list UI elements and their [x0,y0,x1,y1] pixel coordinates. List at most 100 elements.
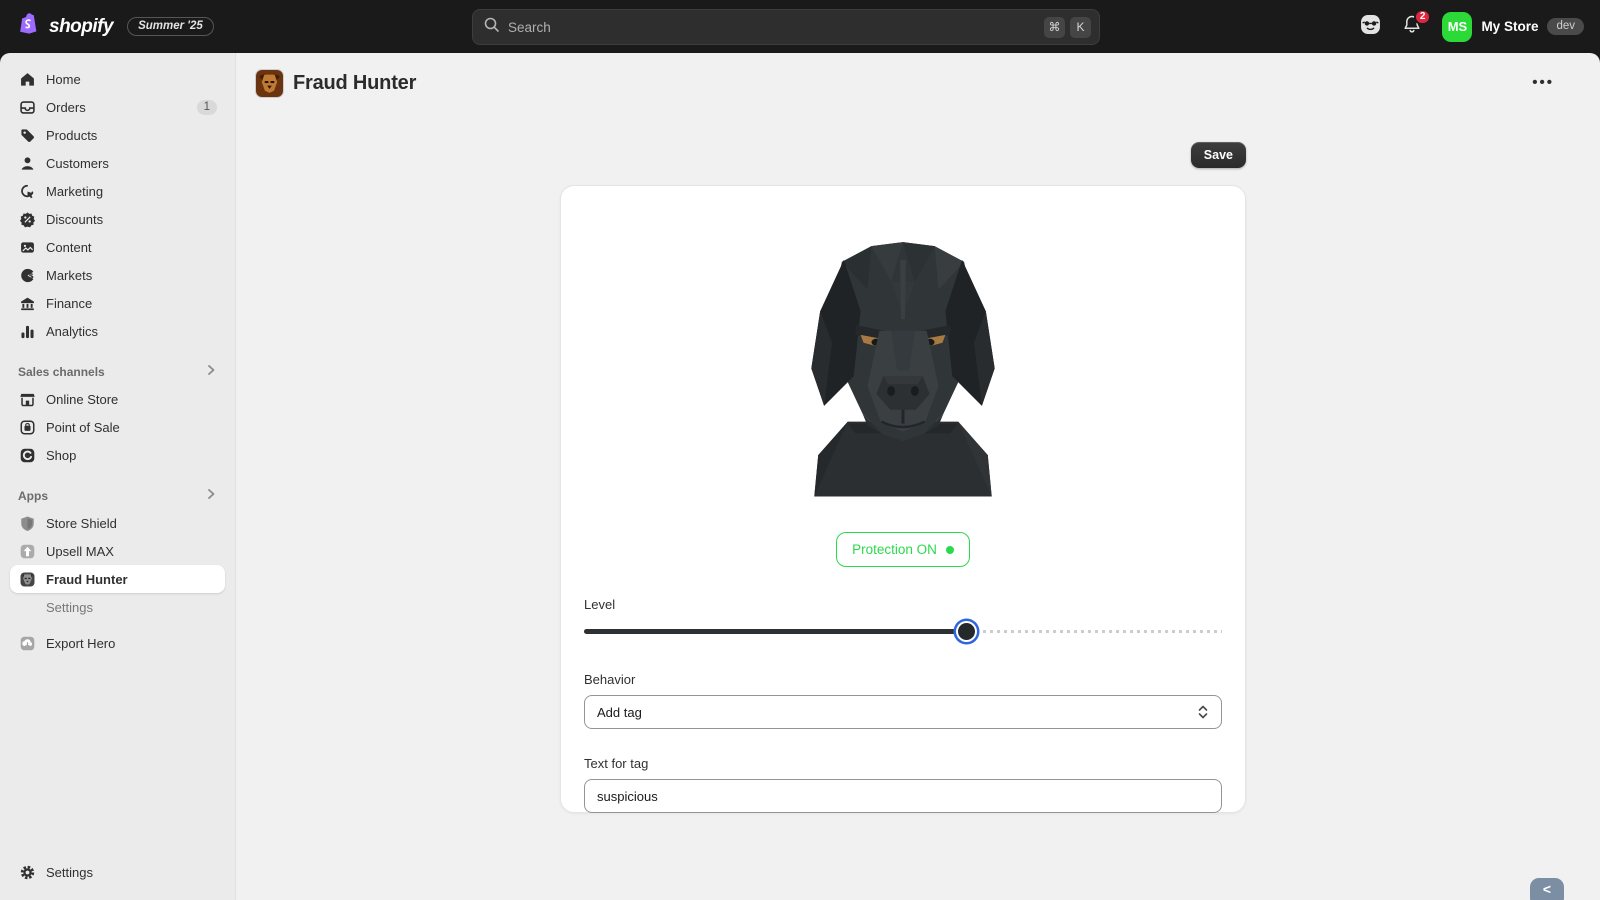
sidebar-item-label: Point of Sale [46,419,120,435]
sidebar-item-label: Online Store [46,391,119,407]
sidebar-item-fraud-hunter-settings[interactable]: Settings [10,593,225,621]
chevron-right-icon [205,487,217,505]
orders-count-badge: 1 [196,99,217,115]
sidebar-item-orders[interactable]: Orders 1 [10,93,225,121]
save-button[interactable]: Save [1190,142,1246,168]
notification-count-badge: 2 [1413,8,1432,25]
discounts-icon [18,210,36,228]
sidebar-item-label: Marketing [46,183,104,199]
sidebar-item-label: Settings [46,864,93,880]
sidebar-item-label: Customers [46,155,109,171]
nerd-face-icon [1360,14,1381,40]
analytics-icon [18,322,36,340]
tag-label: Text for tag [584,756,649,771]
select-chevrons-icon [1197,704,1209,720]
dev-persona-button[interactable] [1358,14,1382,40]
sidebar-item-markets[interactable]: $ Markets [10,261,225,289]
dev-badge: dev [1547,18,1584,35]
version-badge: Summer '25 [127,17,214,36]
svg-text:$: $ [28,271,33,280]
search-bar[interactable]: ⌘ K [472,9,1100,45]
notifications-button[interactable]: 2 [1400,8,1432,39]
shopify-wordmark: shopify [49,15,114,37]
sidebar-item-label: Finance [46,295,93,311]
search-input[interactable] [508,19,1039,35]
sidebar-item-fraud-hunter[interactable]: Fraud Hunter [10,565,225,593]
apps-header[interactable]: Apps [10,483,225,509]
behavior-select[interactable]: Add tag [584,695,1222,729]
level-slider-thumb[interactable] [957,622,975,640]
sidebar-item-marketing[interactable]: Marketing [10,177,225,205]
collapse-button[interactable]: < [1530,878,1564,900]
customers-icon [18,154,36,172]
sidebar-item-label: Products [46,127,98,143]
store-avatar: MS [1442,11,1473,42]
home-icon [18,70,36,88]
sidebar: Home Orders 1 Products Customers Marketi… [0,53,236,900]
sub-item-label: Settings [46,599,93,615]
arrow-up-icon [18,542,36,560]
behavior-label: Behavior [584,672,636,687]
marketing-icon [18,182,36,200]
page-header: Fraud Hunter ••• [236,53,1600,101]
sidebar-item-point-of-sale[interactable]: Point of Sale [10,413,225,441]
behavior-field: Behavior Add tag [584,672,1222,729]
sidebar-item-label: Markets [46,267,93,283]
orders-icon [18,98,36,116]
sidebar-item-label: Upsell MAX [46,543,114,559]
sidebar-item-discounts[interactable]: Discounts [10,205,225,233]
topbar-actions: 2 MS My Store dev [1358,0,1584,53]
sidebar-item-label: Store Shield [46,515,117,531]
sidebar-item-upsell-max[interactable]: Upsell MAX [10,537,225,565]
sidebar-item-export-hero[interactable]: Export Hero [10,629,225,657]
products-icon [18,126,36,144]
level-label: Level [584,597,616,612]
k-key: K [1070,16,1091,38]
level-slider[interactable] [584,621,1222,641]
shopify-logo-icon [16,11,41,43]
sidebar-item-label: Analytics [46,323,99,339]
level-slider-fill [584,629,967,634]
chevron-right-icon [205,363,217,381]
sales-channels-header[interactable]: Sales channels [10,359,225,385]
sidebar-item-label: Discounts [46,211,104,227]
command-key: ⌘ [1044,16,1065,38]
protection-label: Protection ON [852,542,937,557]
sidebar-item-settings[interactable]: Settings [10,858,225,886]
page-title: Fraud Hunter [293,71,417,94]
tag-text-input[interactable] [584,779,1222,813]
sidebar-item-customers[interactable]: Customers [10,149,225,177]
main-content: Fraud Hunter ••• Save Protection ON Leve… [236,53,1600,900]
app-card: Protection ON Level Behavior Add tag Tex… [560,185,1246,813]
account-menu[interactable]: MS My Store dev [1442,11,1584,42]
dog-app-icon [256,69,283,97]
sidebar-item-products[interactable]: Products [10,121,225,149]
sidebar-item-online-store[interactable]: Online Store [10,385,225,413]
content-icon [18,238,36,256]
sidebar-item-analytics[interactable]: Analytics [10,317,225,345]
search-icon [483,16,500,38]
dog-icon [18,570,36,588]
sidebar-item-finance[interactable]: Finance [10,289,225,317]
shop-icon [18,446,36,464]
markets-icon: $ [18,266,36,284]
behavior-selected-value: Add tag [597,704,642,720]
cloud-download-icon [18,634,36,652]
sidebar-item-label: Shop [46,447,77,463]
protection-toggle-button[interactable]: Protection ON [836,532,970,567]
sidebar-item-store-shield[interactable]: Store Shield [10,509,225,537]
status-dot-icon [945,545,954,554]
ellipsis-icon[interactable]: ••• [1530,74,1556,92]
sidebar-item-content[interactable]: Content [10,233,225,261]
topbar: shopify Summer '25 ⌘ K [0,0,1600,53]
sidebar-item-shop[interactable]: Shop [10,441,225,469]
shopify-brand[interactable]: shopify Summer '25 [0,11,214,43]
point-of-sale-icon [18,418,36,436]
section-title: Apps [18,489,48,503]
sidebar-item-label: Fraud Hunter [46,571,128,587]
sidebar-item-home[interactable]: Home [10,65,225,93]
level-field: Level [584,597,1222,641]
store-name: My Store [1481,19,1539,34]
sidebar-item-label: Orders [46,99,86,115]
